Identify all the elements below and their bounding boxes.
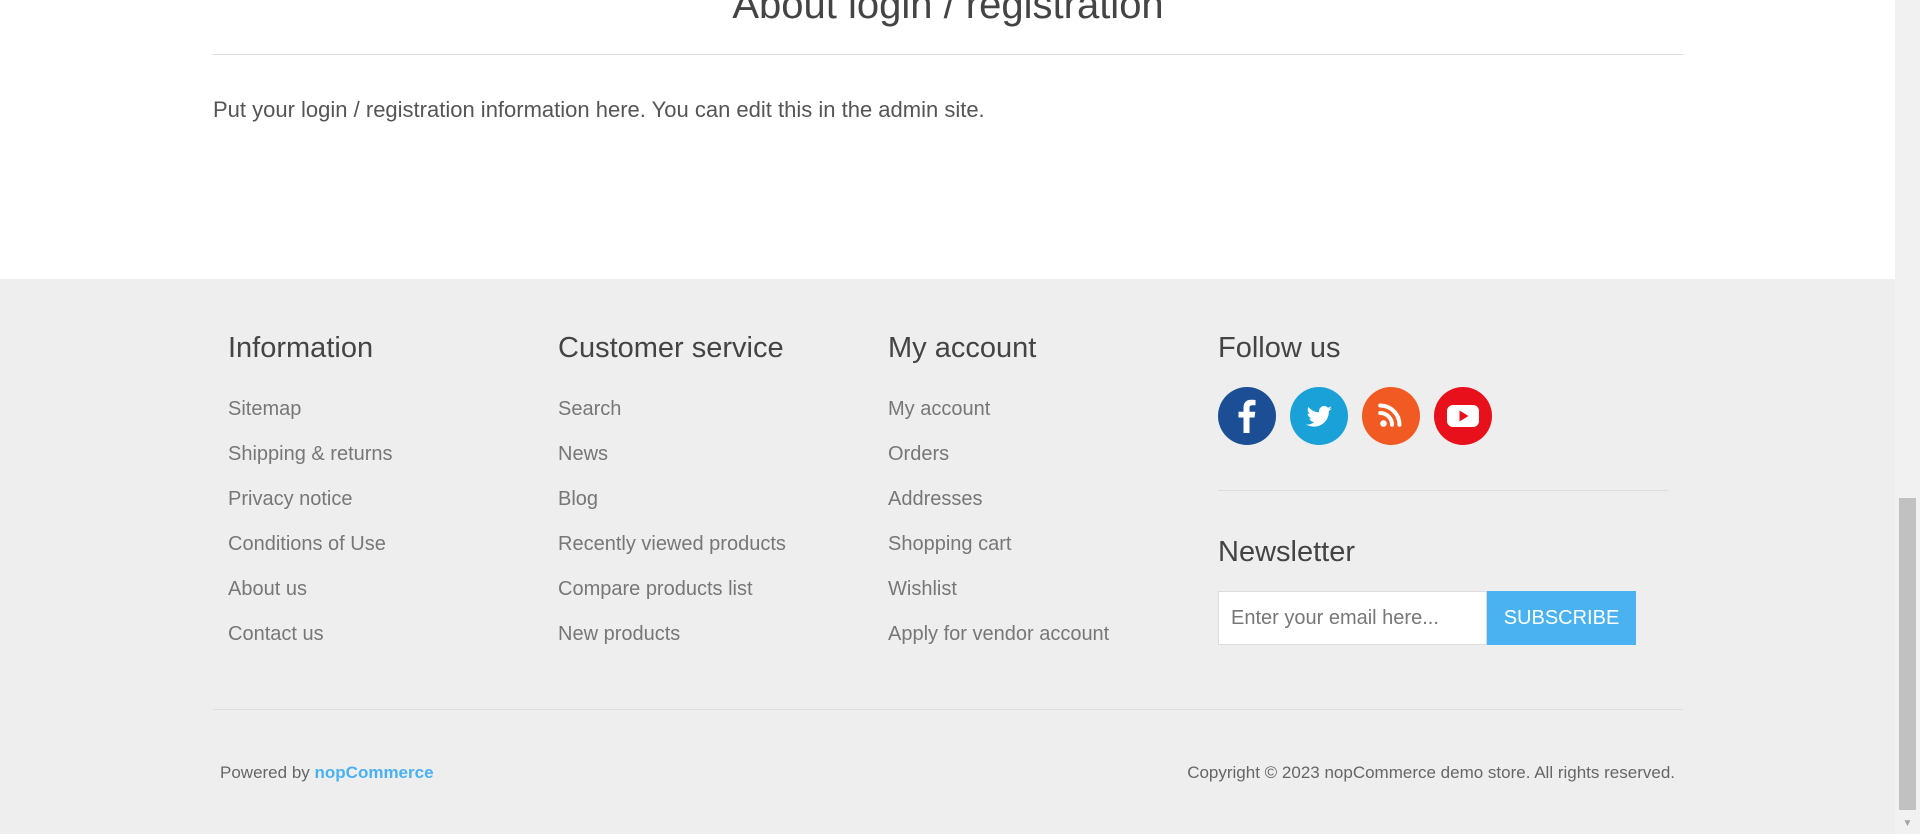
topic-content: About login / registration Put your logi…	[0, 0, 1895, 279]
footer-column-title: Information	[228, 332, 374, 364]
copyright-text: Copyright © 2023 nopCommerce demo store.…	[1187, 763, 1675, 782]
powered-by: Powered by nopCommerce	[220, 763, 434, 783]
footer-link-addresses[interactable]: Addresses	[888, 477, 1208, 522]
topic-body: Put your login / registration informatio…	[213, 97, 985, 122]
footer-link-shopping-cart[interactable]: Shopping cart	[888, 522, 1208, 567]
scroll-down-arrow-icon[interactable]: ▼	[1895, 816, 1920, 830]
footer-column-title: Follow us	[1218, 332, 1341, 364]
page-title: About login / registration	[732, 0, 1164, 27]
twitter-icon[interactable]	[1290, 387, 1348, 445]
footer-link-contact-us[interactable]: Contact us	[228, 612, 548, 657]
footer-column-title: My account	[888, 332, 1037, 364]
footer-column-customer-service: Customer service Search News Blog Recent…	[558, 329, 878, 657]
footer-column-follow-us: Follow us Newsletter Enter your email he…	[1218, 329, 1668, 645]
footer-link-my-account[interactable]: My account	[888, 387, 1208, 432]
vertical-scrollbar[interactable]: ▼	[1895, 0, 1920, 834]
footer-link-search[interactable]: Search	[558, 387, 878, 432]
nopcommerce-link[interactable]: nopCommerce	[315, 763, 434, 782]
page: About login / registration Put your logi…	[0, 0, 1895, 834]
footer-link-compare-products[interactable]: Compare products list	[558, 567, 878, 612]
powered-by-label: Powered by	[220, 763, 310, 782]
newsletter-title: Newsletter	[1218, 536, 1355, 568]
page-title-container: About login / registration	[213, 0, 1683, 55]
scrollbar-thumb[interactable]	[1899, 498, 1916, 810]
footer-link-blog[interactable]: Blog	[558, 477, 878, 522]
footer-column-title: Customer service	[558, 332, 784, 364]
newsletter-form: SUBSCRIBE	[1218, 591, 1668, 645]
footer-link-news[interactable]: News	[558, 432, 878, 477]
footer-link-new-products[interactable]: New products	[558, 612, 878, 657]
footer-link-apply-vendor[interactable]: Apply for vendor account	[888, 612, 1208, 657]
footer-link-conditions-of-use[interactable]: Conditions of Use	[228, 522, 548, 567]
subscribe-button[interactable]: SUBSCRIBE	[1487, 591, 1636, 645]
footer-link-shipping-returns[interactable]: Shipping & returns	[228, 432, 548, 477]
footer-link-wishlist[interactable]: Wishlist	[888, 567, 1208, 612]
footer-link-recently-viewed[interactable]: Recently viewed products	[558, 522, 878, 567]
footer-link-sitemap[interactable]: Sitemap	[228, 387, 548, 432]
youtube-icon[interactable]	[1434, 387, 1492, 445]
footer-link-privacy-notice[interactable]: Privacy notice	[228, 477, 548, 522]
follow-divider	[1218, 490, 1668, 491]
footer-column-information: Information Sitemap Shipping & returns P…	[228, 329, 548, 657]
footer-link-about-us[interactable]: About us	[228, 567, 548, 612]
footer-link-orders[interactable]: Orders	[888, 432, 1208, 477]
footer-divider	[213, 709, 1683, 710]
footer-column-my-account: My account My account Orders Addresses S…	[888, 329, 1208, 657]
newsletter-email-input[interactable]	[1218, 591, 1487, 645]
social-links	[1218, 387, 1668, 445]
facebook-icon[interactable]	[1218, 387, 1276, 445]
rss-icon[interactable]	[1362, 387, 1420, 445]
footer: Information Sitemap Shipping & returns P…	[0, 279, 1895, 834]
